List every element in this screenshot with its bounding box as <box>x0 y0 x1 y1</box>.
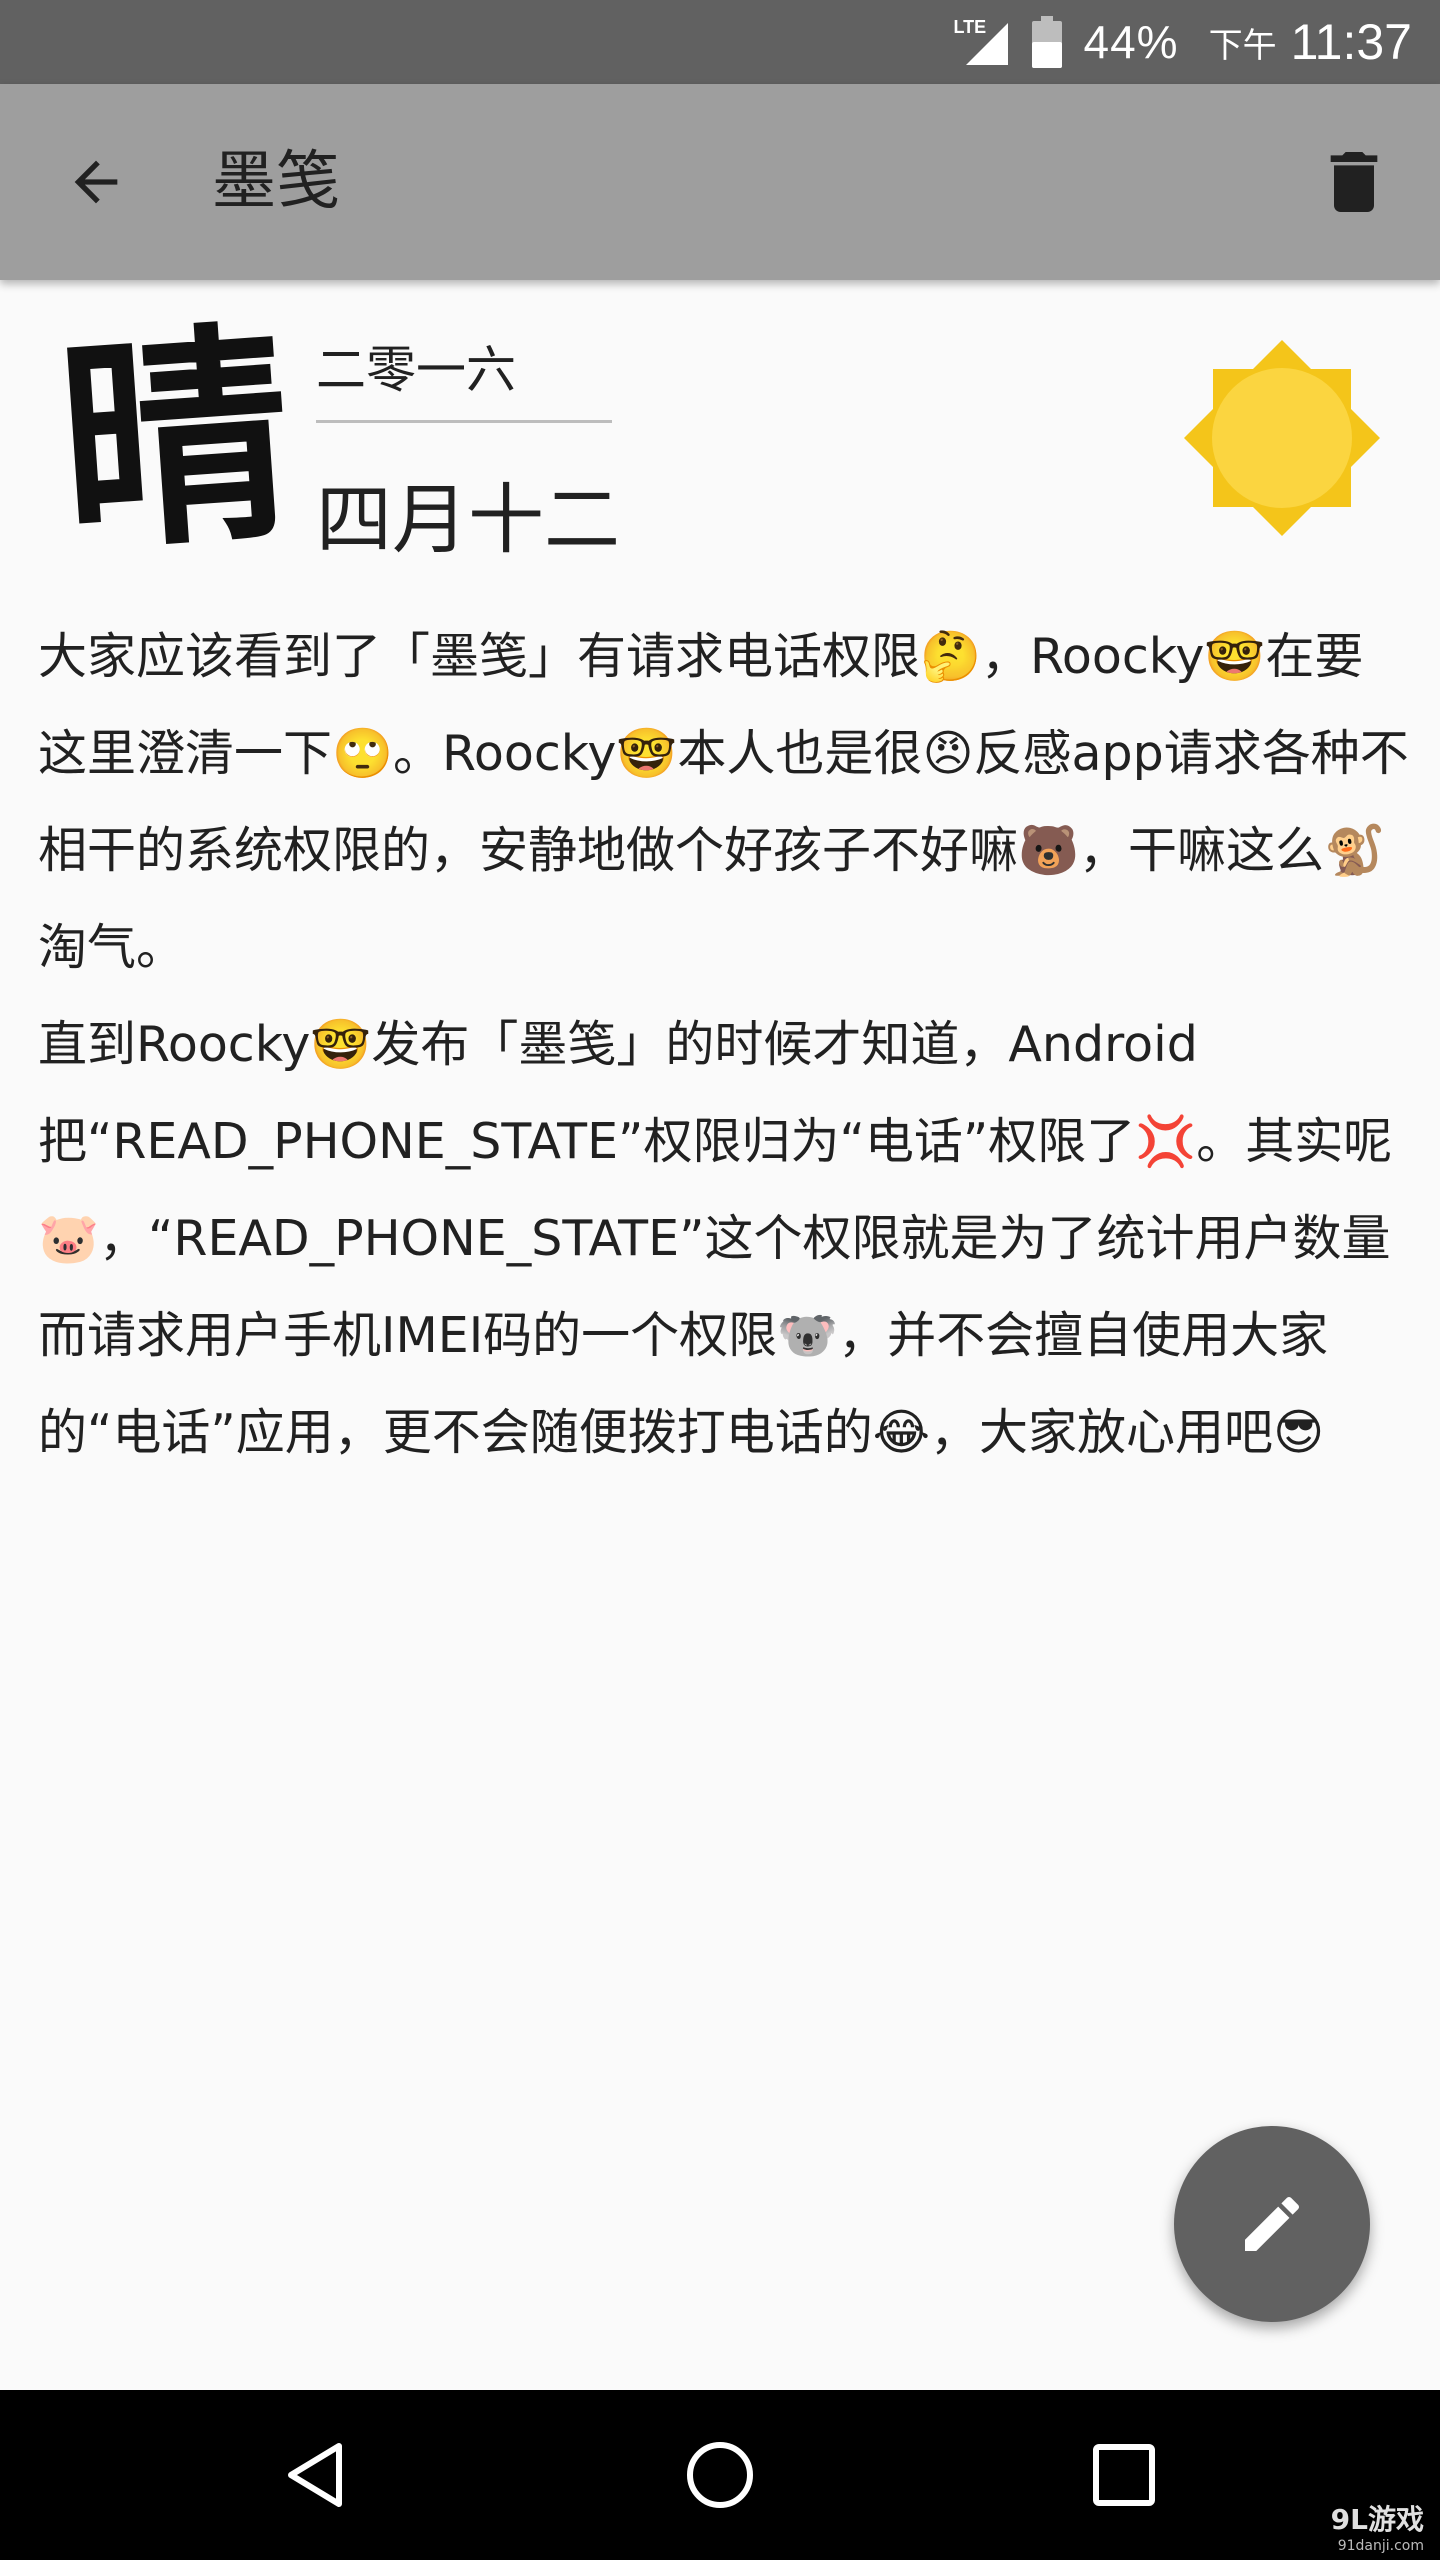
watermark-main: 9L游戏 <box>1330 2503 1424 2536</box>
pencil-icon <box>1245 2196 1300 2251</box>
text-segment: 。Roocky <box>393 725 617 782</box>
nerd-face-emoji-icon: 🤓 <box>616 725 678 782</box>
trash-icon <box>1330 152 1378 212</box>
text-segment: 本人也是很 <box>677 725 923 782</box>
diary-text: 大家应该看到了「墨笺」有请求电话权限🤔，Roocky🤓在要这里澄清一下🙄。Roo… <box>38 608 1410 1481</box>
nerd-face-emoji-icon: 🤓 <box>1204 628 1266 685</box>
watermark-sub: 91danji.com <box>1337 2538 1424 2554</box>
sunglasses-emoji-icon: 😎 <box>1273 1404 1325 1461</box>
bear-emoji-icon: 🐻 <box>1018 822 1080 879</box>
status-icons: LTE 44% 下午 11:37 <box>954 0 1413 84</box>
system-nav-bar: 9L游戏 91danji.com <box>0 2390 1440 2560</box>
text-segment: ，干嘛这么 <box>1079 822 1325 879</box>
date-year: 二零一六 <box>316 341 516 399</box>
page-title: 墨笺 <box>212 145 340 219</box>
text-segment: 大家应该看到了「墨笺」有请求电话权限 <box>38 628 921 685</box>
delete-button[interactable] <box>1306 134 1402 230</box>
time-period: 下午 <box>1208 25 1277 66</box>
pig-emoji-icon: 🐷 <box>38 1210 100 1267</box>
text-segment: ，Roocky <box>981 628 1205 685</box>
diary-entry: 晴 二零一六 四月十二 大家应该看到了「墨笺」有请求电话权限🤔，Roocky🤓在… <box>0 280 1440 2390</box>
nerd-face-emoji-icon: 🤓 <box>310 1016 372 1073</box>
text-segment: ，大家放心用吧 <box>930 1404 1274 1461</box>
battery-percent: 44% <box>1083 16 1179 68</box>
text-segment: 。其实呢 <box>1196 1113 1393 1170</box>
lte-signal-icon: LTE <box>954 17 1010 67</box>
date-divider <box>316 420 612 423</box>
app-bar: 墨笺 <box>0 84 1440 280</box>
date-month-day: 四月十二 <box>316 475 620 564</box>
paragraph-1: 大家应该看到了「墨笺」有请求电话权限🤔，Roocky🤓在要这里澄清一下🙄。Roo… <box>38 608 1410 996</box>
nav-home-icon <box>687 2442 753 2508</box>
arrow-back-icon <box>74 160 118 204</box>
anger-symbol-emoji-icon: 💢 <box>1135 1113 1197 1170</box>
battery-icon <box>1031 16 1062 68</box>
koala-emoji-icon: 🐨 <box>777 1307 839 1364</box>
nav-back-icon <box>288 2443 342 2507</box>
back-button[interactable] <box>50 136 142 228</box>
laughing-tears-emoji-icon: 😂 <box>872 1404 931 1461</box>
angry-face-emoji-icon: 😠 <box>922 725 974 782</box>
status-bar: LTE 44% 下午 11:37 <box>0 0 1440 84</box>
watermark-logo: 9L游戏 91danji.com <box>1331 2498 1424 2554</box>
clock: 11:37 <box>1290 14 1412 70</box>
nav-recents-icon <box>1093 2444 1155 2506</box>
weather-calligraphy: 晴 <box>50 298 300 584</box>
nav-back-button[interactable] <box>256 2415 376 2535</box>
paragraph-2: 直到Roocky🤓发布「墨笺」的时候才知道，Android把“READ_PHON… <box>38 996 1410 1481</box>
text-segment: 淘气。 <box>38 919 186 976</box>
thinking-face-emoji-icon: 🤔 <box>920 628 982 685</box>
edit-fab-button[interactable] <box>1174 2126 1370 2322</box>
nav-home-button[interactable] <box>660 2415 780 2535</box>
sun-icon <box>1184 340 1380 536</box>
monkey-emoji-icon: 🐒 <box>1324 822 1386 879</box>
eye-roll-emoji-icon: 🙄 <box>332 725 394 782</box>
text-segment: 直到Roocky <box>38 1016 311 1073</box>
nav-recents-button[interactable] <box>1064 2415 1184 2535</box>
